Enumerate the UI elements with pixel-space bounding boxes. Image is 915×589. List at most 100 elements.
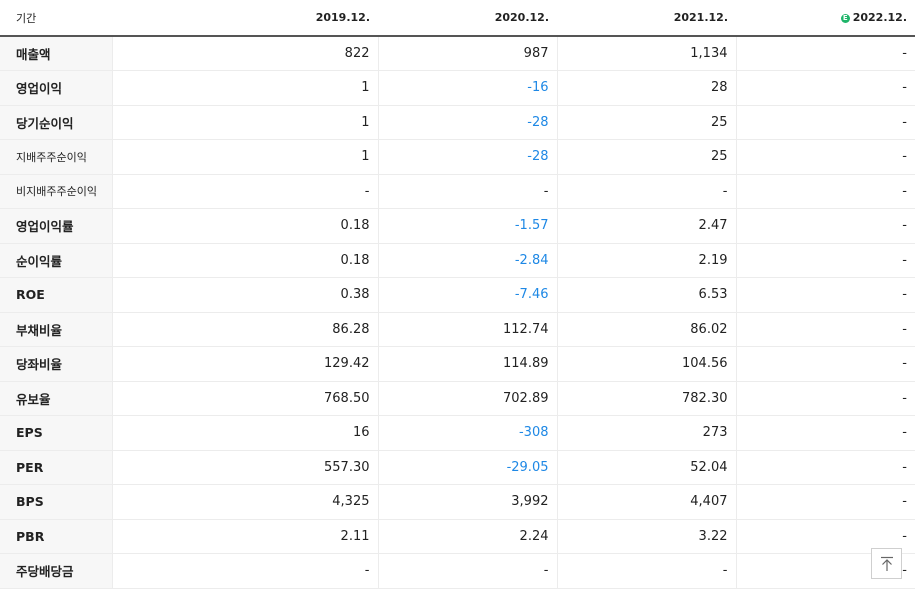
table-cell: - bbox=[556, 553, 736, 589]
table-cell: - bbox=[735, 139, 915, 175]
year-header: 2021.12. bbox=[557, 0, 736, 37]
table-cell: 4,325 bbox=[111, 484, 378, 520]
row-label: BPS bbox=[0, 484, 112, 520]
table-cell: 1 bbox=[111, 70, 378, 106]
table-cell: - bbox=[111, 174, 378, 209]
table-row: PBR 2.11 2.24 3.22- bbox=[0, 519, 915, 554]
table-row: ROE 0.38 -7.46 6.53- bbox=[0, 277, 915, 313]
header-row: 기간 2019.12. 2020.12. 2021.12. E 2022.12. bbox=[0, 0, 915, 37]
year-label: 2022.12. bbox=[852, 11, 907, 24]
table-cell: 3,992 bbox=[377, 484, 557, 520]
table-cell: - bbox=[735, 450, 915, 485]
table-cell: 86.02 bbox=[556, 311, 736, 347]
table-cell: 114.89 bbox=[377, 346, 557, 382]
table-cell: - bbox=[735, 346, 915, 382]
table-cell: - bbox=[377, 174, 557, 209]
table-cell: -308 bbox=[377, 415, 557, 451]
table-row: 유보율 768.50 702.89 782.30- bbox=[0, 381, 915, 416]
table-cell: - bbox=[735, 415, 915, 451]
row-label: 매출액 bbox=[0, 36, 112, 71]
row-label: 영업이익률 bbox=[0, 208, 112, 244]
table-row: 당기순이익 1 -28 25- bbox=[0, 105, 915, 140]
table-cell: - bbox=[735, 243, 915, 278]
table-cell: -16 bbox=[377, 70, 557, 106]
table-row: 순이익률 0.18 -2.84 2.19- bbox=[0, 243, 915, 278]
table-row: 당좌비율 129.42 114.89 104.56- bbox=[0, 346, 915, 382]
table-cell: 25 bbox=[556, 139, 736, 175]
period-header: 기간 bbox=[0, 0, 112, 37]
table-cell: 822 bbox=[111, 36, 378, 71]
table-row: 비지배주주순이익 - - - - bbox=[0, 174, 915, 209]
table-cell: 1,134 bbox=[556, 36, 736, 71]
table-cell: 16 bbox=[111, 415, 378, 451]
row-label: 주당배당금 bbox=[0, 553, 112, 589]
table-cell: - bbox=[735, 311, 915, 347]
table-cell: 1 bbox=[111, 105, 378, 140]
table-cell: -29.05 bbox=[377, 450, 557, 485]
table-row: 지배주주순이익 1 -28 25- bbox=[0, 139, 915, 175]
table-row: 부채비율 86.28 112.74 86.02- bbox=[0, 311, 915, 347]
table-cell: - bbox=[735, 105, 915, 140]
table-cell: -28 bbox=[377, 139, 557, 175]
table-cell: - bbox=[111, 553, 378, 589]
table-cell: 129.42 bbox=[111, 346, 378, 382]
row-label: 비지배주주순이익 bbox=[0, 174, 112, 209]
table-row: BPS 4,325 3,992 4,407- bbox=[0, 484, 915, 520]
table-cell: 86.28 bbox=[111, 311, 378, 347]
table-cell: -7.46 bbox=[377, 277, 557, 313]
table-row: PER 557.30 -29.05 52.04- bbox=[0, 450, 915, 485]
table-cell: 104.56 bbox=[556, 346, 736, 382]
table-cell: 768.50 bbox=[111, 381, 378, 416]
table-cell: -28 bbox=[377, 105, 557, 140]
table-cell: 2.47 bbox=[556, 208, 736, 244]
table-cell: -2.84 bbox=[377, 243, 557, 278]
year-header-estimate: E 2022.12. bbox=[736, 0, 915, 37]
arrow-up-to-top-icon bbox=[880, 556, 893, 571]
table-cell: - bbox=[735, 277, 915, 313]
row-label: 부채비율 bbox=[0, 311, 112, 347]
scroll-to-top-button[interactable] bbox=[871, 548, 902, 579]
table-cell: 52.04 bbox=[556, 450, 736, 485]
table-cell: 2.19 bbox=[556, 243, 736, 278]
row-label: ROE bbox=[0, 277, 112, 313]
row-label: 유보율 bbox=[0, 381, 112, 416]
table-cell: - bbox=[377, 553, 557, 589]
row-label: 당좌비율 bbox=[0, 346, 112, 382]
table-cell: 0.18 bbox=[111, 208, 378, 244]
table-cell: - bbox=[735, 70, 915, 106]
row-label: 영업이익 bbox=[0, 70, 112, 106]
table-cell: 6.53 bbox=[556, 277, 736, 313]
table-cell: - bbox=[735, 36, 915, 71]
row-label: PER bbox=[0, 450, 112, 485]
table-cell: -1.57 bbox=[377, 208, 557, 244]
table-cell: 1 bbox=[111, 139, 378, 175]
table-cell: 702.89 bbox=[377, 381, 557, 416]
table-cell: 25 bbox=[556, 105, 736, 140]
table-cell: 0.38 bbox=[111, 277, 378, 313]
table-cell: 2.11 bbox=[111, 519, 378, 554]
row-label: 당기순이익 bbox=[0, 105, 112, 140]
table-cell: 987 bbox=[377, 36, 557, 71]
row-label: EPS bbox=[0, 415, 112, 451]
table-row: 주당배당금 - - - - bbox=[0, 553, 915, 589]
table-cell: 28 bbox=[556, 70, 736, 106]
table-cell: - bbox=[735, 484, 915, 520]
year-header: 2020.12. bbox=[378, 0, 557, 37]
table-row: 영업이익 1 -16 28- bbox=[0, 70, 915, 106]
table-cell: - bbox=[735, 381, 915, 416]
table-cell: 3.22 bbox=[556, 519, 736, 554]
table-cell: 782.30 bbox=[556, 381, 736, 416]
year-header: 2019.12. bbox=[112, 0, 378, 37]
table-cell: - bbox=[735, 174, 915, 209]
table-cell: 4,407 bbox=[556, 484, 736, 520]
table-cell: 112.74 bbox=[377, 311, 557, 347]
table-cell: 273 bbox=[556, 415, 736, 451]
table-cell: 0.18 bbox=[111, 243, 378, 278]
table-row: 매출액 822 987 1,134- bbox=[0, 36, 915, 71]
estimate-badge-icon: E bbox=[840, 14, 850, 23]
row-label: PBR bbox=[0, 519, 112, 554]
row-label: 순이익률 bbox=[0, 243, 112, 278]
table-cell: 557.30 bbox=[111, 450, 378, 485]
table-row: EPS 16 -308 273- bbox=[0, 415, 915, 451]
table-row: 영업이익률 0.18 -1.57 2.47- bbox=[0, 208, 915, 244]
